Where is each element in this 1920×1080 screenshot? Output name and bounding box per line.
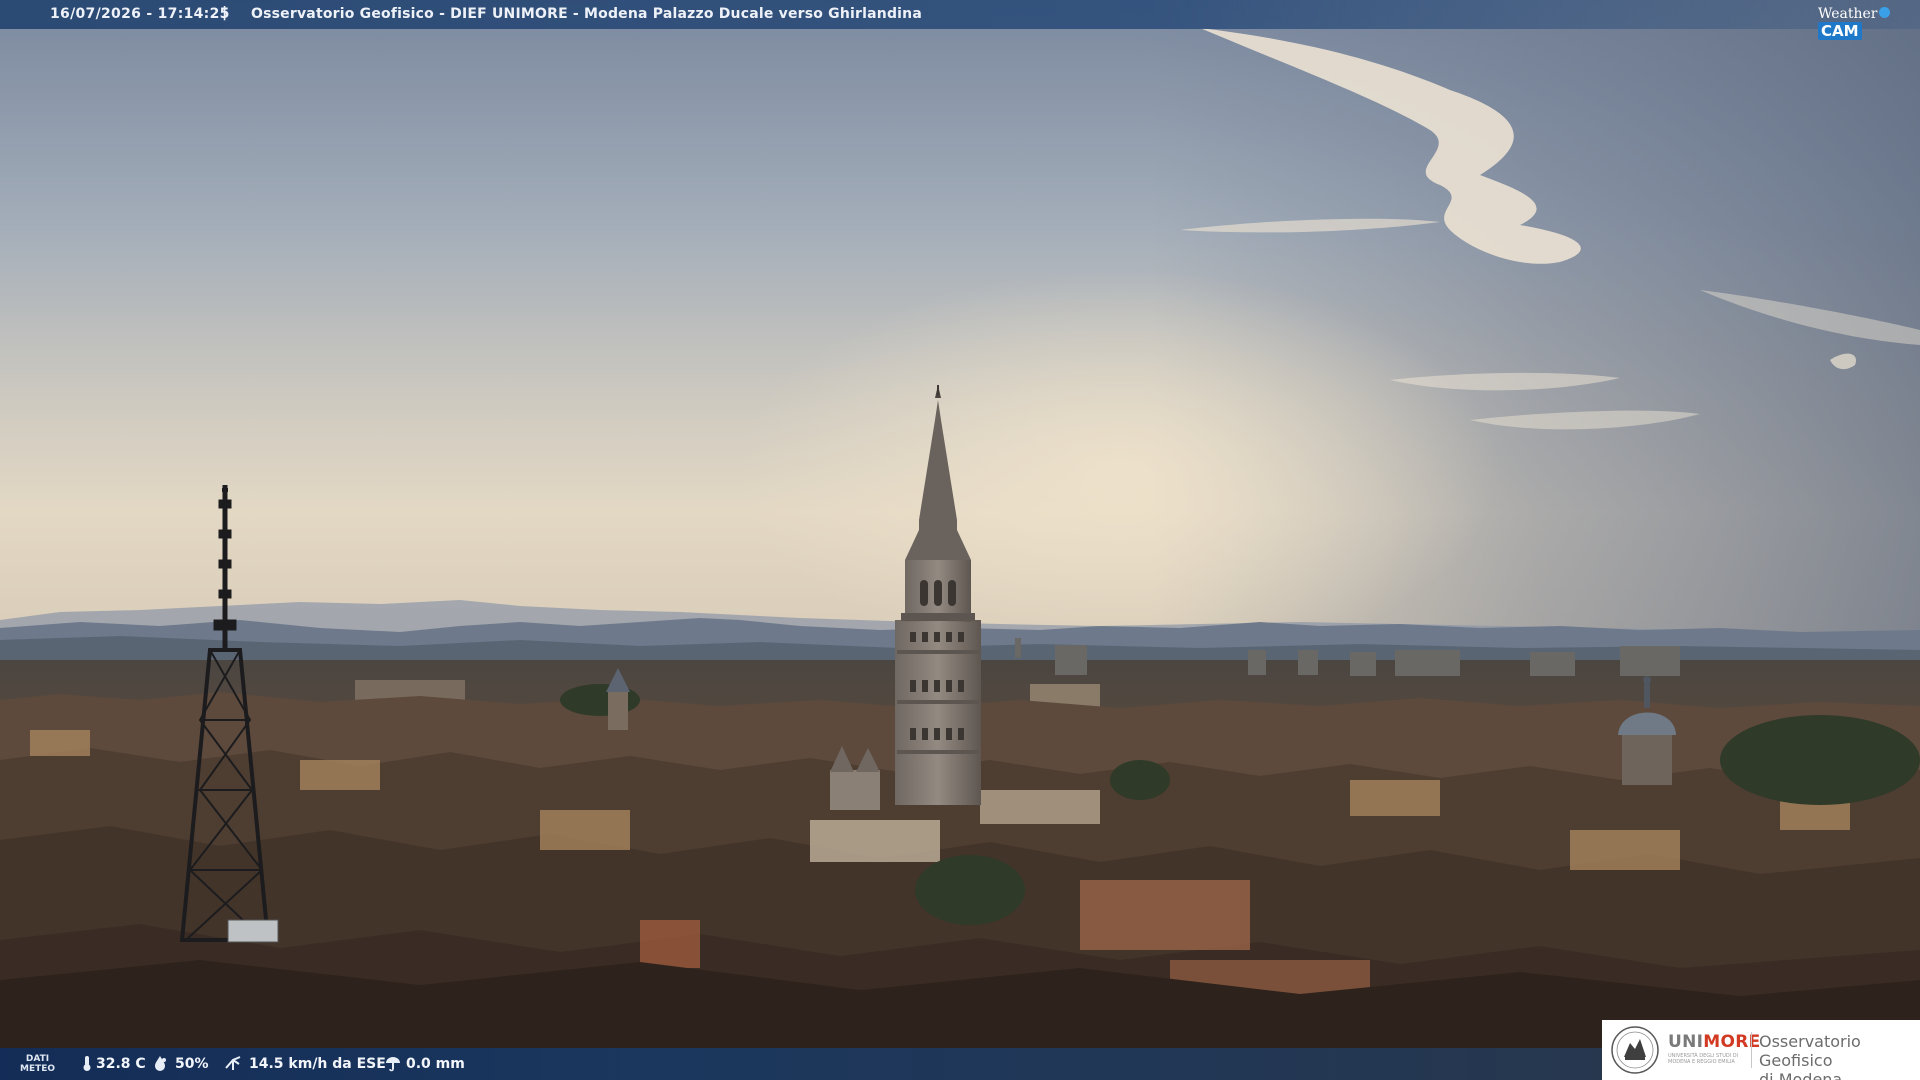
title-separator: | [222, 5, 228, 21]
logo-divider [1751, 1032, 1752, 1068]
observatory-name-line2: di Modena [1759, 1070, 1843, 1080]
temperature-value: 32.8 C [96, 1056, 146, 1072]
observatory-name-line1: Osservatorio Geofisico [1759, 1032, 1861, 1070]
weathercam-logo: WeatherCAM [1818, 4, 1920, 40]
meteo-data-bar: DATI METEO 32.8 C 50% 14.5 km/h da ESE 0… [0, 1048, 1602, 1080]
timestamp: 16/07/2026 - 17:14:25 [50, 6, 230, 22]
meteo-label-line2: METEO [20, 1064, 56, 1074]
unimore-subtitle: UNIVERSITÀ DEGLI STUDI DI MODENA E REGGI… [1668, 1053, 1739, 1065]
camera-info-bar: 16/07/2026 - 17:14:25 | Osservatorio Geo… [0, 0, 1920, 40]
city-panorama-image [0, 0, 1920, 1080]
webcam-frame: 16/07/2026 - 17:14:25 | Osservatorio Geo… [0, 0, 1920, 1080]
unimore-wordmark-uni: UNI [1668, 1032, 1704, 1052]
rain-value: 0.0 mm [406, 1056, 465, 1072]
weathercam-logo-weather: Weather [1818, 6, 1878, 22]
weathercam-logo-cam: CAM [1818, 22, 1862, 40]
meteo-label: DATI METEO [20, 1054, 55, 1074]
meteo-label-line1: DATI [25, 1054, 50, 1064]
humidity-value: 50% [175, 1056, 209, 1072]
rain-gauge-icon [386, 1057, 400, 1072]
unimore-logo-panel: UNIMORE UNIVERSITÀ DEGLI STUDI DI MODENA… [1602, 1020, 1920, 1080]
university-seal-icon [1611, 1026, 1659, 1074]
humidity-drop-icon [155, 1056, 166, 1071]
unimore-wordmark: UNIMORE [1668, 1032, 1761, 1052]
wind-icon [225, 1056, 241, 1070]
thermometer-icon [83, 1056, 91, 1071]
wind-value: 14.5 km/h da ESE [249, 1056, 386, 1072]
camera-title: Osservatorio Geofisico - DIEF UNIMORE - … [251, 6, 922, 22]
observatory-name: Osservatorio Geofisico di Modena [1759, 1032, 1920, 1080]
weathercam-dot-icon [1878, 7, 1890, 18]
